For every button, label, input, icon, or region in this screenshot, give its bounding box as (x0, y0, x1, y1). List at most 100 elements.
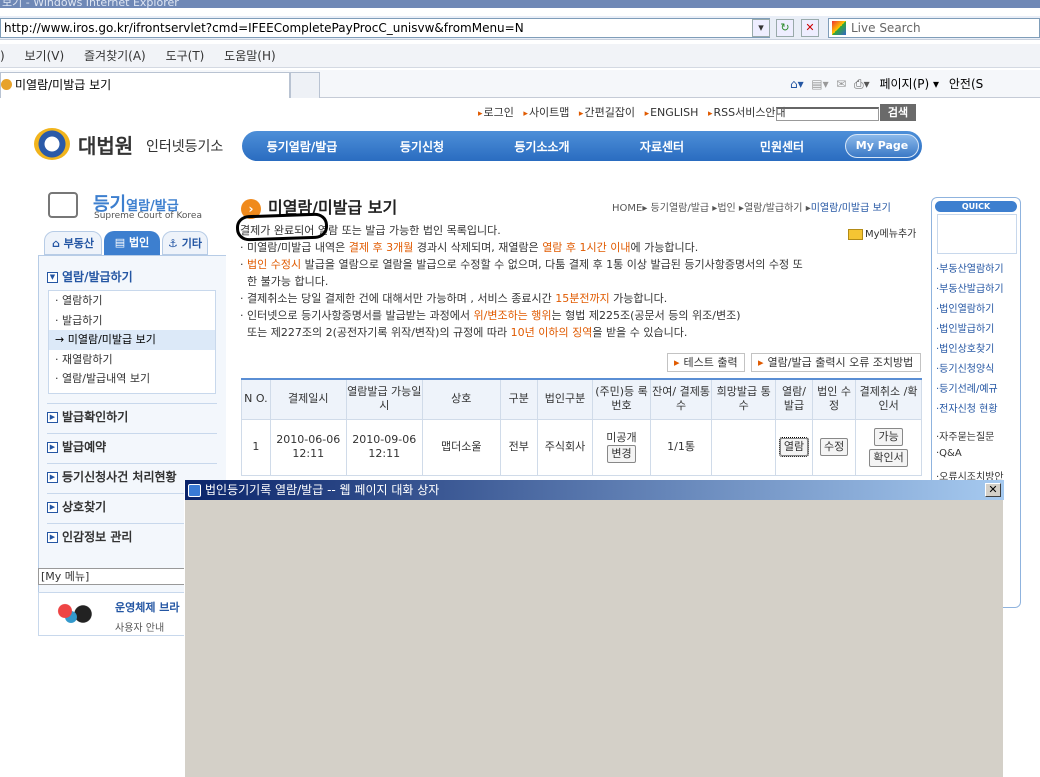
sidebar-item-status[interactable]: ▶ 등기신청사건 처리현황 (47, 463, 217, 489)
view-button[interactable]: 열람 (778, 437, 810, 457)
logo-sub: 인터넷등기소 (146, 139, 224, 155)
quick-qna[interactable]: ·Q&A (936, 448, 962, 459)
quick-link-3[interactable]: ·법인열람하기 (936, 300, 994, 315)
quick-search-icon (937, 214, 1017, 254)
site-search-button[interactable]: 검색 (880, 104, 916, 121)
english-link[interactable]: ENGLISH (645, 106, 699, 119)
favicon-icon (1, 79, 12, 90)
feeds-icon[interactable]: ▤▾ (807, 77, 828, 91)
browser-tab-active[interactable]: 미열람/미발급 보기 (0, 72, 290, 98)
submenu-issue[interactable]: · 발급하기 (49, 311, 215, 331)
site-search-input[interactable] (776, 107, 879, 121)
close-icon[interactable]: ✕ (985, 483, 1001, 497)
tab-corporation[interactable]: ▤ 법인 (104, 231, 160, 255)
receipt-button[interactable]: 확인서 (869, 448, 908, 467)
sidebar-item-verify[interactable]: ▶ 발급확인하기 (47, 403, 217, 429)
submenu-review[interactable]: · 재열람하기 (49, 350, 215, 370)
sitemap-link[interactable]: 사이트맵 (523, 106, 569, 119)
menu-tools[interactable]: 도구(T) (166, 49, 205, 63)
tab-real-estate[interactable]: ⌂ 부동산 (44, 231, 102, 255)
edit-button[interactable]: 수정 (819, 438, 849, 456)
sidebar-item-label: 등기신청사건 처리현황 (62, 470, 177, 484)
nav-data-center[interactable]: 자료센터 (602, 138, 722, 155)
menu-fragment: ) (0, 49, 5, 63)
sidebar-item-label: 발급확인하기 (62, 410, 129, 424)
error-guide-button[interactable]: 열람/발급 출력시 오류 조치방법 (751, 353, 921, 372)
unviewed-table: N O. 결제일시 열람발급 가능일시 상호 구분 법인구분 (주민)등 록번호… (241, 378, 922, 476)
os-logos-icon (53, 599, 93, 629)
nav-view-issue[interactable]: 등기열람/발급 (242, 138, 362, 155)
submenu-view[interactable]: · 열람하기 (49, 291, 215, 311)
breadcrumb: HOME▸ 등기열람/발급 ▸법인 ▸열람/발급하기 ▸미열람/미발급 보기 (612, 203, 891, 214)
quick-link-1[interactable]: ·부동산열람하기 (936, 260, 1004, 275)
print-icon[interactable]: ⎙▾ (850, 77, 870, 91)
breadcrumb-1[interactable]: 등기열람/발급 (651, 203, 710, 214)
nav-about[interactable]: 등기소소개 (482, 138, 602, 155)
hand-drawn-circle (235, 212, 329, 242)
command-bar: ⌂▾ ▤▾ ✉ ⎙▾ 페이지(P) ▾ 안전(S (790, 72, 1040, 96)
quick-header: QUICK (935, 201, 1017, 212)
tab-corporation-label: 법인 (128, 236, 150, 249)
sub-menu: · 열람하기 · 발급하기 → 미열람/미발급 보기 · 재열람하기 · 열람/… (48, 290, 216, 394)
login-link[interactable]: 로그인 (478, 106, 514, 119)
quick-link-5[interactable]: ·법인상호찾기 (936, 340, 994, 355)
live-search-icon (832, 21, 846, 35)
sidebar-item-reserve[interactable]: ▶ 발급예약 (47, 433, 217, 459)
th-corp: 법인구분 (536, 378, 594, 420)
th-cancel: 결제취소 /확인서 (855, 378, 922, 420)
breadcrumb-2[interactable]: 법인 (717, 203, 735, 214)
new-tab-button[interactable] (290, 72, 320, 98)
breadcrumb-3[interactable]: 열람/발급하기 (744, 203, 803, 214)
mail-icon[interactable]: ✉ (832, 77, 846, 91)
stop-icon[interactable]: ✕ (801, 19, 819, 37)
nav-application[interactable]: 등기신청 (362, 138, 482, 155)
section-view-issue[interactable]: ▼ 열람/발급하기 (47, 268, 133, 285)
quick-link-6[interactable]: ·등기신청양식 (936, 360, 994, 375)
th-view: 열람/ 발급 (775, 378, 814, 420)
sidebar-title-en: Supreme Court of Korea (94, 211, 202, 221)
menu-help[interactable]: 도움말(H) (224, 49, 276, 63)
dropdown-arrow-icon[interactable]: ▾ (752, 19, 770, 37)
submenu-unviewed[interactable]: → 미열람/미발급 보기 (49, 330, 215, 350)
top-links: 로그인 사이트맵 간편길잡이 ENGLISH RSS서비스안내 (478, 104, 792, 120)
nav-civil-center[interactable]: 민원센터 (722, 138, 842, 155)
quick-link-7[interactable]: ·등기선례/예규 (936, 380, 998, 395)
breadcrumb-home[interactable]: HOME (612, 203, 642, 214)
mypage-button[interactable]: My Page (845, 134, 919, 158)
os-browser-guide[interactable]: 운영체제 브라 사용자 안내 (38, 592, 188, 636)
breadcrumb-current: 미열람/미발급 보기 (810, 203, 891, 214)
quick-link-4[interactable]: ·법인발급하기 (936, 320, 994, 335)
submenu-history[interactable]: · 열람/발급내역 보기 (49, 369, 215, 389)
tab-other[interactable]: ⚓ 기타 (162, 231, 208, 255)
home-icon[interactable]: ⌂▾ (790, 77, 804, 91)
menu-bar: ) 보기(V) 즐겨찾기(A) 도구(T) 도움말(H) (0, 44, 1040, 68)
tab-title: 미열람/미발급 보기 (15, 78, 112, 92)
menu-view[interactable]: 보기(V) (25, 49, 65, 63)
expand-icon: ▶ (47, 472, 58, 483)
cell-edit: 수정 (812, 418, 857, 476)
regno-change-button[interactable]: 변경 (607, 445, 636, 463)
expand-icon: ▶ (47, 502, 58, 513)
regno-value: 미공개 (606, 431, 637, 444)
address-input[interactable]: http://www.iros.go.kr/ifrontservlet?cmd=… (0, 18, 770, 38)
notice-line-7: 또는 제227조의 2(공전자기록 위작/변작)의 규정에 따라 10년 이하의… (240, 326, 688, 339)
table-header: N O. 결제일시 열람발급 가능일시 상호 구분 법인구분 (주민)등 록번호… (241, 378, 922, 420)
printer-icon (48, 192, 78, 218)
quick-faq[interactable]: ·자주묻는질문 (936, 428, 994, 443)
live-search-input[interactable]: Live Search (828, 18, 1040, 38)
notice-line-5: · 결제취소는 당일 결제한 건에 대해서만 가능하며 , 서비스 종료시간 1… (240, 292, 668, 305)
cell-remain: 1/1통 (649, 418, 713, 476)
rss-link[interactable]: RSS서비스안내 (708, 106, 786, 119)
menu-favorites[interactable]: 즐겨찾기(A) (84, 49, 146, 63)
refresh-icon[interactable]: ↻ (776, 19, 794, 37)
collapse-icon: ▼ (47, 272, 58, 283)
dialog-titlebar[interactable]: 법인등기기록 열람/발급 -- 웹 페이지 대화 상자 ✕ (185, 480, 1004, 500)
quick-link-2[interactable]: ·부동산발급하기 (936, 280, 1004, 295)
page-menu[interactable]: 페이지(P) ▾ (879, 77, 939, 91)
guide-link[interactable]: 간편길잡이 (579, 106, 635, 119)
safety-menu[interactable]: 안전(S (949, 77, 983, 91)
quick-link-8[interactable]: ·전자신청 현황 (936, 400, 998, 415)
test-print-button[interactable]: 테스트 출력 (667, 353, 745, 372)
cancel-button[interactable]: 가능 (874, 427, 903, 446)
my-menu-select[interactable]: [My 메뉴] (38, 568, 186, 585)
